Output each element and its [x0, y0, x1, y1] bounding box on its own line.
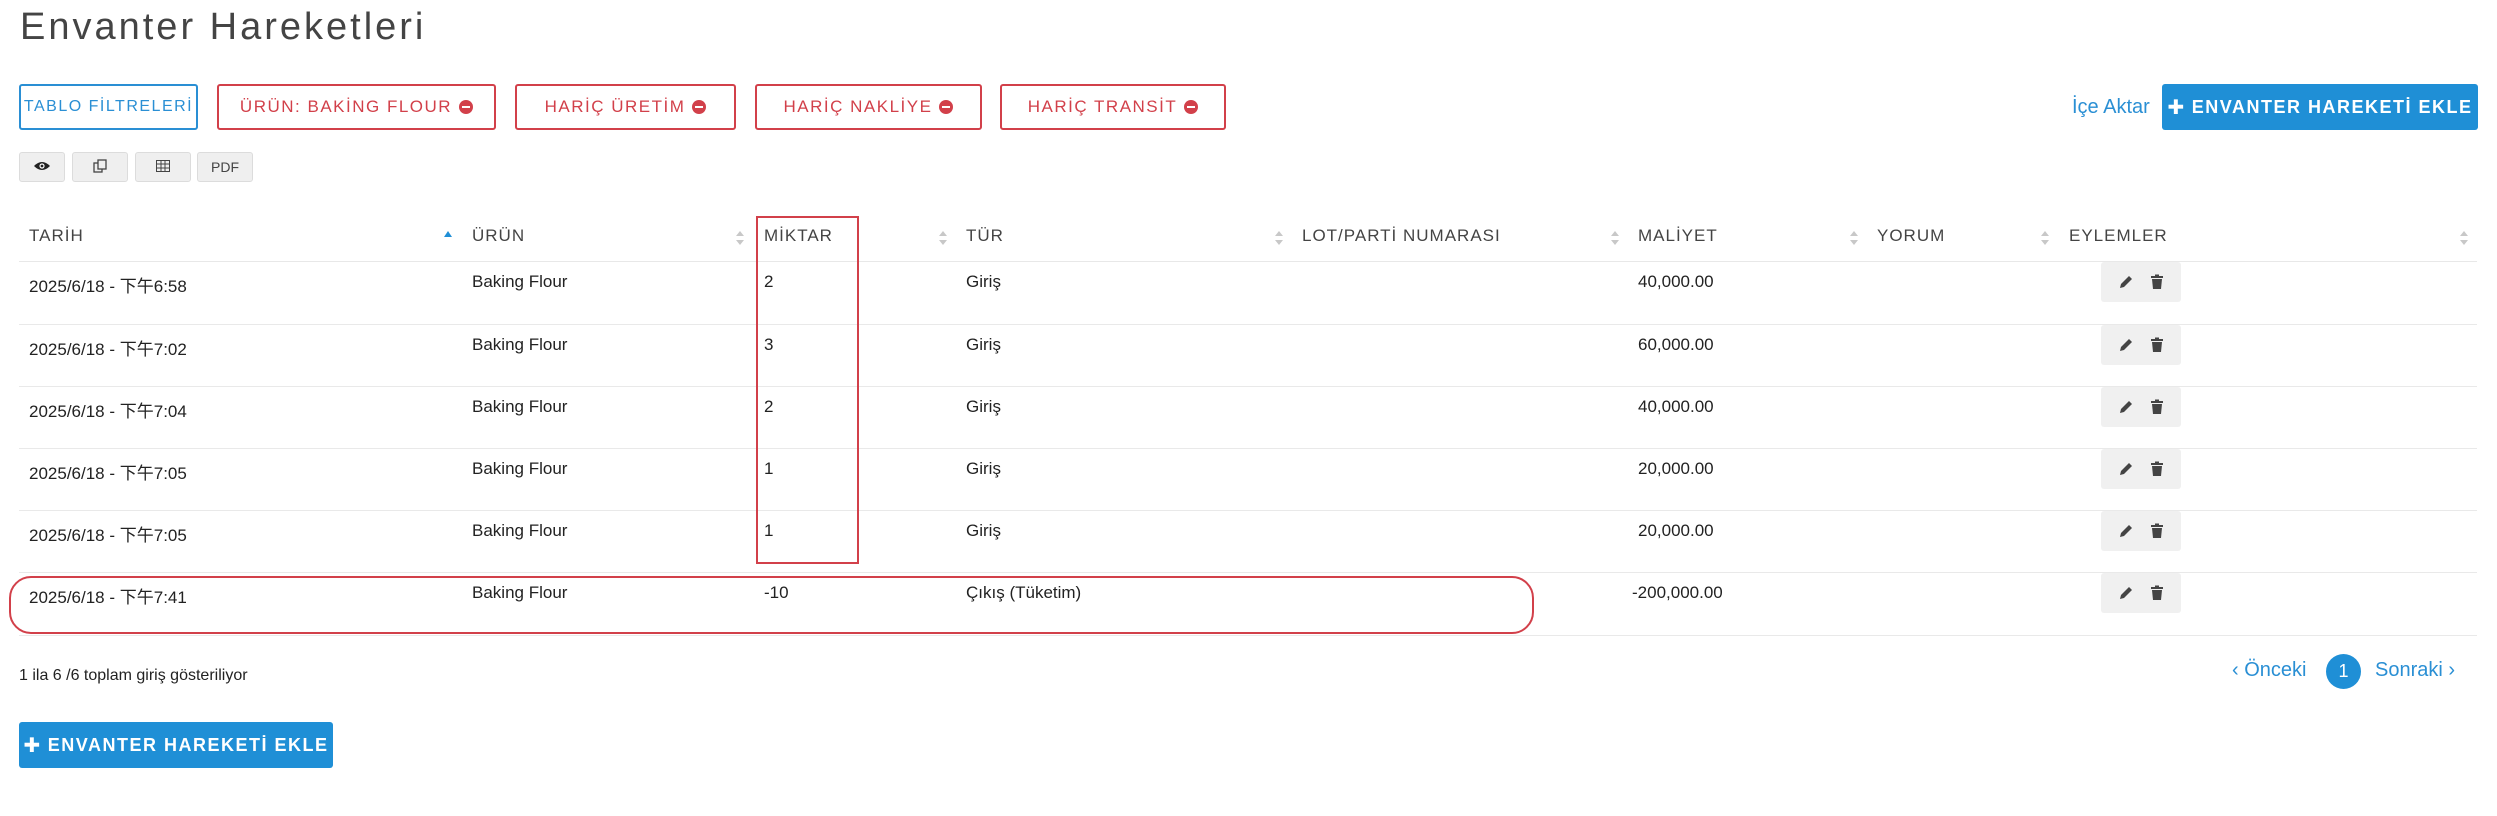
cost-cell: -200,000.00	[1632, 583, 1723, 602]
cost-cell: 20,000.00	[1638, 521, 1714, 540]
filter-chip-exclude-production[interactable]: HARİÇ ÜRETİM	[515, 84, 736, 130]
remove-filter-icon[interactable]	[1184, 100, 1199, 114]
trash-icon[interactable]	[2150, 461, 2164, 477]
type-cell: Giriş	[966, 335, 1001, 354]
page-title: Envanter Hareketleri	[20, 6, 427, 48]
row-actions	[2101, 449, 2181, 489]
filter-chip-label: HARİÇ ÜRETİM	[544, 97, 686, 116]
date-cell: 2025/6/18 - 下午7:05	[29, 464, 187, 483]
row-actions	[2101, 262, 2181, 302]
toggle-columns-button[interactable]	[19, 152, 65, 182]
sort-icon[interactable]	[2040, 228, 2050, 248]
excel-button[interactable]	[135, 152, 191, 182]
remove-filter-icon[interactable]	[459, 100, 474, 114]
next-page-link[interactable]: Sonraki ›	[2375, 659, 2455, 682]
add-button-label: ENVANTER HAREKETİ EKLE	[47, 734, 329, 755]
filter-chip-label: ÜRÜN: BAKİNG FLOUR	[239, 97, 453, 116]
pdf-label: PDF	[211, 159, 239, 175]
add-button-label: ENVANTER HAREKETİ EKLE	[2191, 96, 2473, 117]
edit-icon[interactable]	[2118, 337, 2134, 353]
product-cell: Baking Flour	[472, 272, 568, 291]
remove-filter-icon[interactable]	[939, 100, 954, 114]
add-inventory-movement-button[interactable]: ✚ ENVANTER HAREKETİ EKLE	[2162, 84, 2478, 130]
row-actions	[2101, 387, 2181, 427]
product-cell: Baking Flour	[472, 521, 568, 540]
edit-icon[interactable]	[2118, 274, 2134, 290]
sort-icon[interactable]	[938, 228, 948, 248]
row-actions	[2101, 573, 2181, 613]
product-cell: Baking Flour	[472, 397, 568, 416]
cost-cell: 40,000.00	[1638, 397, 1714, 416]
plus-icon: ✚	[2167, 96, 2186, 119]
date-cell: 2025/6/18 - 下午7:05	[29, 526, 187, 545]
edit-icon[interactable]	[2118, 399, 2134, 415]
product-cell: Baking Flour	[472, 459, 568, 478]
column-header-product[interactable]: ÜRÜN	[472, 226, 525, 246]
row-actions	[2101, 511, 2181, 551]
plus-icon: ✚	[23, 734, 42, 757]
trash-icon[interactable]	[2150, 585, 2164, 601]
trash-icon[interactable]	[2150, 399, 2164, 415]
entries-info: 1 ila 6 /6 toplam giriş gösteriliyor	[19, 667, 248, 684]
column-header-date[interactable]: TARİH	[29, 226, 84, 246]
date-cell: 2025/6/18 - 下午6:58	[29, 277, 187, 296]
column-header-type[interactable]: TÜR	[966, 226, 1004, 246]
column-header-lot[interactable]: LOT/PARTİ NUMARASI	[1302, 226, 1501, 246]
filter-chip-product[interactable]: ÜRÜN: BAKİNG FLOUR	[217, 84, 496, 130]
remove-filter-icon[interactable]	[692, 100, 707, 114]
table-icon	[156, 159, 170, 175]
filter-chip-label: HARİÇ TRANSİT	[1027, 97, 1178, 116]
type-cell: Giriş	[966, 272, 1001, 291]
table-filters-label: TABLO FİLTRELERİ	[23, 98, 194, 115]
type-cell: Giriş	[966, 521, 1001, 540]
cost-cell: 20,000.00	[1638, 459, 1714, 478]
product-cell: Baking Flour	[472, 335, 568, 354]
date-cell: 2025/6/18 - 下午7:04	[29, 402, 187, 421]
sort-icon[interactable]	[1274, 228, 1284, 248]
trash-icon[interactable]	[2150, 337, 2164, 353]
import-link[interactable]: İçe Aktar	[2072, 96, 2150, 119]
previous-page-link[interactable]: ‹ Önceki	[2232, 659, 2306, 682]
sort-icon[interactable]	[1849, 228, 1859, 248]
sort-icon[interactable]	[1610, 228, 1620, 248]
table-filters-button[interactable]: TABLO FİLTRELERİ	[19, 84, 198, 130]
sort-icon[interactable]	[735, 228, 745, 248]
trash-icon[interactable]	[2150, 523, 2164, 539]
copy-icon	[93, 158, 107, 176]
sort-icon[interactable]	[2459, 228, 2469, 248]
add-inventory-movement-button-bottom[interactable]: ✚ ENVANTER HAREKETİ EKLE	[19, 722, 333, 768]
sort-ascending-icon[interactable]	[443, 228, 453, 248]
eye-icon	[33, 159, 51, 175]
date-cell: 2025/6/18 - 下午7:02	[29, 340, 187, 359]
column-header-actions[interactable]: EYLEMLER	[2069, 226, 2168, 246]
filter-chip-exclude-shipping[interactable]: HARİÇ NAKLİYE	[755, 84, 982, 130]
copy-button[interactable]	[72, 152, 128, 182]
trash-icon[interactable]	[2150, 274, 2164, 290]
row-divider	[19, 635, 2477, 636]
edit-icon[interactable]	[2118, 461, 2134, 477]
type-cell: Giriş	[966, 397, 1001, 416]
filter-chip-label: HARİÇ NAKLİYE	[783, 97, 933, 116]
edit-icon[interactable]	[2118, 523, 2134, 539]
cost-cell: 40,000.00	[1638, 272, 1714, 291]
pdf-button[interactable]: PDF	[197, 152, 253, 182]
quantity-column-highlight	[756, 216, 859, 564]
row-actions	[2101, 325, 2181, 365]
column-header-cost[interactable]: MALİYET	[1638, 226, 1718, 246]
edit-icon[interactable]	[2118, 585, 2134, 601]
type-cell: Giriş	[966, 459, 1001, 478]
cost-cell: 60,000.00	[1638, 335, 1714, 354]
column-header-comment[interactable]: YORUM	[1877, 226, 1945, 246]
consumption-row-highlight	[9, 576, 1534, 634]
filter-chip-exclude-transit[interactable]: HARİÇ TRANSİT	[1000, 84, 1226, 130]
current-page-button[interactable]: 1	[2326, 654, 2361, 689]
